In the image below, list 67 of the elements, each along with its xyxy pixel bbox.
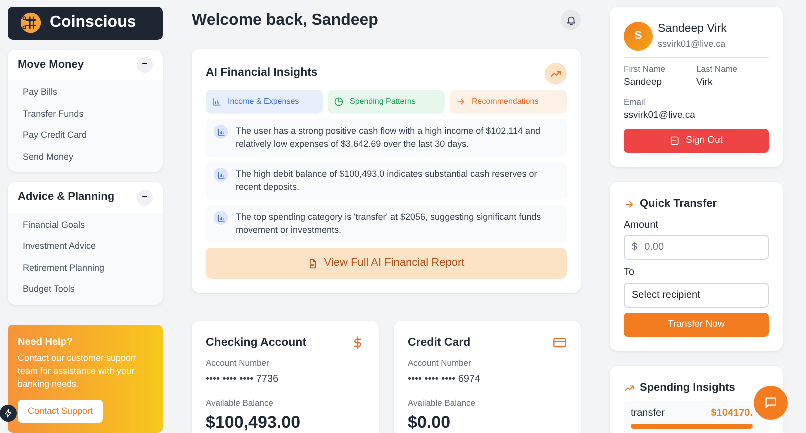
- view-report-button[interactable]: View Full AI Financial Report: [206, 248, 567, 279]
- arrow-right-icon: [624, 198, 635, 210]
- field-label: Last Name: [696, 62, 739, 76]
- trend-icon: [545, 63, 567, 85]
- bar-chart-icon: [214, 125, 228, 139]
- help-text: Contact our customer support team for assistance with your banking needs.: [18, 352, 138, 392]
- account-title: Checking Account: [206, 336, 307, 351]
- field-value: ssvirk01@live.ca: [624, 108, 696, 122]
- bar-chart-icon: [214, 211, 228, 226]
- card-title: Quick Transfer: [640, 197, 718, 212]
- sidebar-item[interactable]: Pay Bills: [8, 82, 163, 104]
- balance-amount: $0.00: [408, 412, 452, 433]
- currency-symbol: $: [632, 241, 638, 255]
- amount-input[interactable]: 0.00: [642, 239, 761, 256]
- sidebar-item[interactable]: Transfer Funds: [8, 104, 163, 126]
- field-label: Available Balance: [206, 396, 274, 410]
- collapse-toggle[interactable]: −: [137, 57, 153, 74]
- bell-icon: [566, 14, 576, 26]
- sidebar-item[interactable]: Investment Advice: [8, 236, 163, 258]
- section-title: Advice & Planning: [18, 190, 115, 206]
- account-title: Credit Card: [408, 336, 471, 351]
- sidebar-item[interactable]: Retirement Planning: [8, 258, 163, 280]
- insight-text: The top spending category is 'transfer' at $2056, suggesting significant funds movement or investments.: [236, 211, 542, 238]
- card-title: Spending Insights: [640, 380, 736, 396]
- chat-icon: [764, 396, 778, 410]
- credit-card-icon: [553, 336, 567, 350]
- bar-chart-icon: [214, 168, 228, 182]
- logout-icon: [670, 136, 680, 146]
- category-amount: $104170.: [711, 407, 753, 422]
- quick-action-button[interactable]: [0, 405, 17, 422]
- balance-amount: $100,493.00: [206, 412, 302, 433]
- coin-icon: [20, 12, 42, 34]
- sidebar-item[interactable]: Budget Tools: [8, 279, 163, 301]
- insight-text: The high debit balance of $100,493.0 indicates substantial cash reserves or recent deposits.: [236, 168, 538, 194]
- field-label: First Name: [624, 62, 667, 76]
- lightning-icon: [4, 409, 13, 418]
- trend-icon: [624, 382, 635, 394]
- field-label: Email: [624, 96, 646, 108]
- recipient-select[interactable]: Select recipient: [624, 282, 769, 308]
- field-label: Amount: [624, 218, 660, 232]
- field-value: Sandeep: [624, 76, 664, 90]
- field-label: Account Number: [408, 357, 472, 370]
- sidebar-item[interactable]: Pay Credit Card: [8, 125, 163, 147]
- avatar-initial: S: [634, 29, 642, 44]
- document-icon: [308, 258, 318, 269]
- welcome-heading: Welcome back, Sandeep: [192, 11, 378, 31]
- card-title: AI Financial Insights: [206, 66, 318, 82]
- field-value: Virk: [696, 76, 714, 90]
- brand-name: Coinscious: [50, 13, 136, 34]
- sidebar-item[interactable]: Financial Goals: [8, 214, 163, 236]
- insight-tab[interactable]: Income & Expenses: [206, 90, 323, 114]
- help-title: Need Help?: [18, 336, 74, 350]
- category-label: transfer: [631, 407, 665, 422]
- sign-out-button[interactable]: Sign Out: [624, 128, 769, 153]
- amount-field[interactable]: $ 0.00: [624, 235, 769, 260]
- field-label: Account Number: [206, 357, 270, 370]
- collapse-toggle[interactable]: −: [137, 190, 153, 206]
- sidebar-item[interactable]: Send Money: [8, 146, 163, 168]
- field-label: To: [624, 266, 636, 280]
- profile-name: Sandeep Virk: [658, 22, 727, 37]
- account-number: •••• •••• •••• 6974: [408, 372, 482, 387]
- account-number: •••• •••• •••• 7736: [206, 372, 280, 387]
- field-label: Available Balance: [408, 396, 476, 410]
- profile-email: ssvirk01@live.ca: [658, 38, 727, 52]
- section-title: Move Money: [18, 58, 84, 73]
- insight-text: The user has a strong positive cash flow with a high income of $102,114 and relatively low expenses of $3,642.69 over the last 30 days.: [236, 125, 542, 152]
- notification-button[interactable]: [561, 10, 581, 30]
